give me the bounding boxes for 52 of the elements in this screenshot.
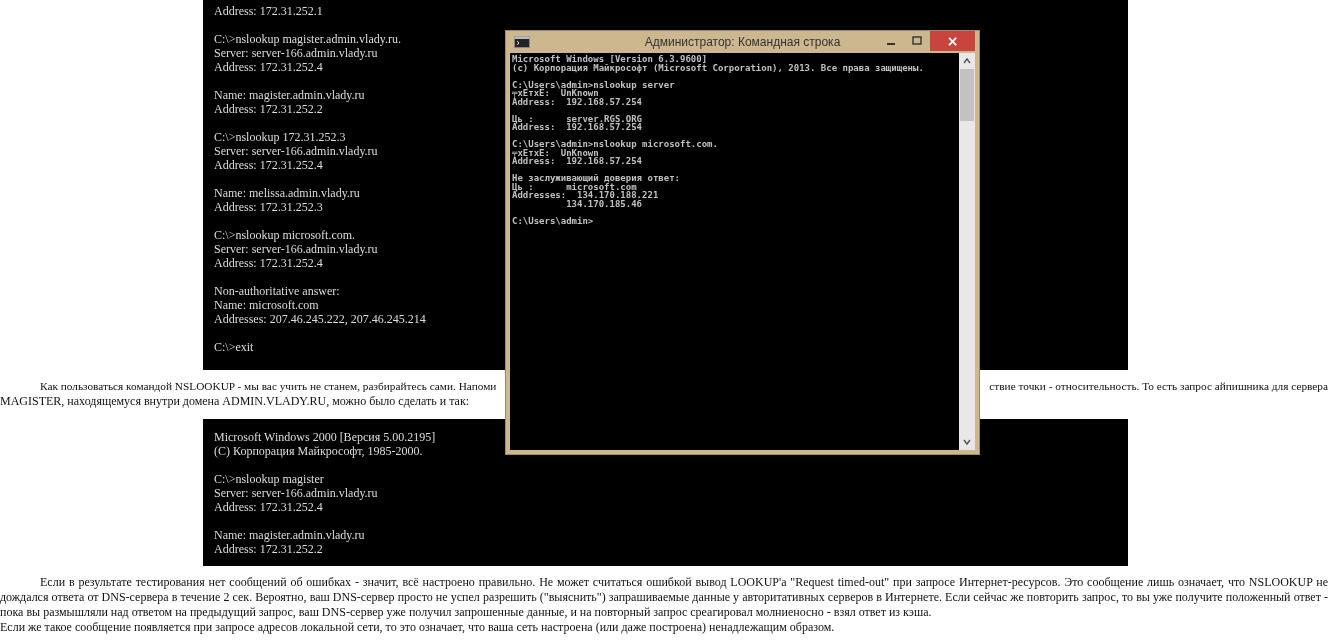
console-line: Address: 172.31.252.4 <box>214 158 323 172</box>
console-line: C:\>nslookup magister.admin.vlady.ru. <box>214 32 401 46</box>
scrollbar[interactable] <box>959 53 975 450</box>
console-line: Address: 172.31.252.4 <box>214 60 323 74</box>
console-line: Address: 172.31.252.2 <box>214 102 323 116</box>
paragraph-text: Если в результате тестирования нет сообщений об ошибках - значит, всё настроено правильно. Не может считаться ошибкой вывод LOOKUP'а "Request timed-out" при запросе Интернет-ресурсов. Это сообщение лишь означает, что NSLOOKUP не дождался ответа от DNS-сервера в течение 2 сек. Вероятно, ваш DNS-сервер просто не успел разрешить ("выяснить") запрашиваемые данные у авторитативных серверов в Интернете. Если сейчас же повторить запрос, то вы уже получите положенный ответ - пока вы размышляли над ответом на предыдущий запрос, ваш DNS-сервер уже получил запрошенные данные, и на повторный запрос среагировал молниеносно - взял ответ из кэша. <box>0 575 1328 620</box>
close-button[interactable]: × <box>930 31 975 51</box>
console-line: Address: 192.168.57.254 <box>512 97 643 106</box>
console-line: Address: 172.31.252.1 <box>214 4 323 18</box>
console-line: C:\>nslookup 172.31.252.3 <box>214 130 346 144</box>
console-line: Ць : microsoft.com <box>512 182 637 191</box>
console-line: Address: 172.31.252.4 <box>214 500 323 514</box>
console-line: ╤xЕтxЕ: UnKnown <box>512 89 599 98</box>
console-line: Address: 172.31.252.3 <box>214 200 323 214</box>
console-line: Address: 192.168.57.254 <box>512 123 643 132</box>
console-line: (C) Корпорация Майкрософт, 1985-2000. <box>214 444 423 458</box>
console-line: (c) Корпорация Майкрософт (Microsoft Corporation), 2013. Все права защищены. <box>512 63 924 72</box>
console-line: Addresses: 134.170.188.221 <box>512 191 659 200</box>
scrollbar-thumb[interactable] <box>960 69 974 121</box>
console-line: Ць : server.RGS.ORG <box>512 114 643 123</box>
console-line: Server: server-166.admin.vlady.ru <box>214 46 378 60</box>
console-line: Server: server-166.admin.vlady.ru <box>214 486 378 500</box>
console-line: Non-authoritative answer: <box>214 284 340 298</box>
console-line: Address: 192.168.57.254 <box>512 157 643 166</box>
console-line: C:\>nslookup microsoft.com. <box>214 228 356 242</box>
console-line: Microsoft Windows 2000 [Версия 5.00.2195] <box>214 430 436 444</box>
paragraph-text: Если же такое сообщение появляется при запросе адресов локальной сети, то это означает, что ваша сеть настроена (или даже построена) ненадлежащим образом. <box>0 620 835 635</box>
console-line: Address: 172.31.252.2 <box>214 542 323 556</box>
window-title: Администратор: Командная строка <box>644 35 841 49</box>
minimize-icon <box>887 43 895 45</box>
console-line: C:\Users\admin>nslookup microsoft.com. <box>512 140 718 149</box>
console-line: C:\>exit <box>214 340 254 354</box>
console-line: ╤xЕтxЕ: UnKnown <box>512 148 599 157</box>
console-line: Server: server-166.admin.vlady.ru <box>214 144 378 158</box>
console-line: Addresses: 207.46.245.222, 207.46.245.214 <box>214 312 426 326</box>
maximize-icon <box>912 36 922 46</box>
paragraph-text: Как пользоваться командой NSLOOKUP - мы вас учить не станем, разбирайтесь сами. Напоми <box>40 379 497 394</box>
paragraph-text: MAGISTER, находящемуся внутри домена ADMIN.VLADY.RU, можно было сделать и так: <box>0 394 470 409</box>
console-line: Server: server-166.admin.vlady.ru <box>214 242 378 256</box>
console-line: Name: magister.admin.vlady.ru <box>214 88 365 102</box>
console-line: 134.170.185.46 <box>565 199 643 208</box>
console-line: C:\>nslookup magister <box>214 472 324 486</box>
console-icon <box>514 36 530 48</box>
console-line: C:\Users\admin> <box>512 216 594 225</box>
console-line: C:\Users\admin>nslookup server <box>512 80 675 89</box>
console-line: Name: melissa.admin.vlady.ru <box>214 186 360 200</box>
paragraph-text: ствие точки - относительность. То есть запрос айпишника для сервера <box>989 379 1328 394</box>
console-line: Name: magister.admin.vlady.ru <box>214 528 365 542</box>
console-line: Не заслуживающий доверия ответ: <box>512 174 680 183</box>
console-line: Microsoft Windows [Version 6.3.9600] <box>512 55 708 64</box>
console-line: Name: microsoft.com <box>214 298 319 312</box>
console-line: Address: 172.31.252.4 <box>214 256 323 270</box>
